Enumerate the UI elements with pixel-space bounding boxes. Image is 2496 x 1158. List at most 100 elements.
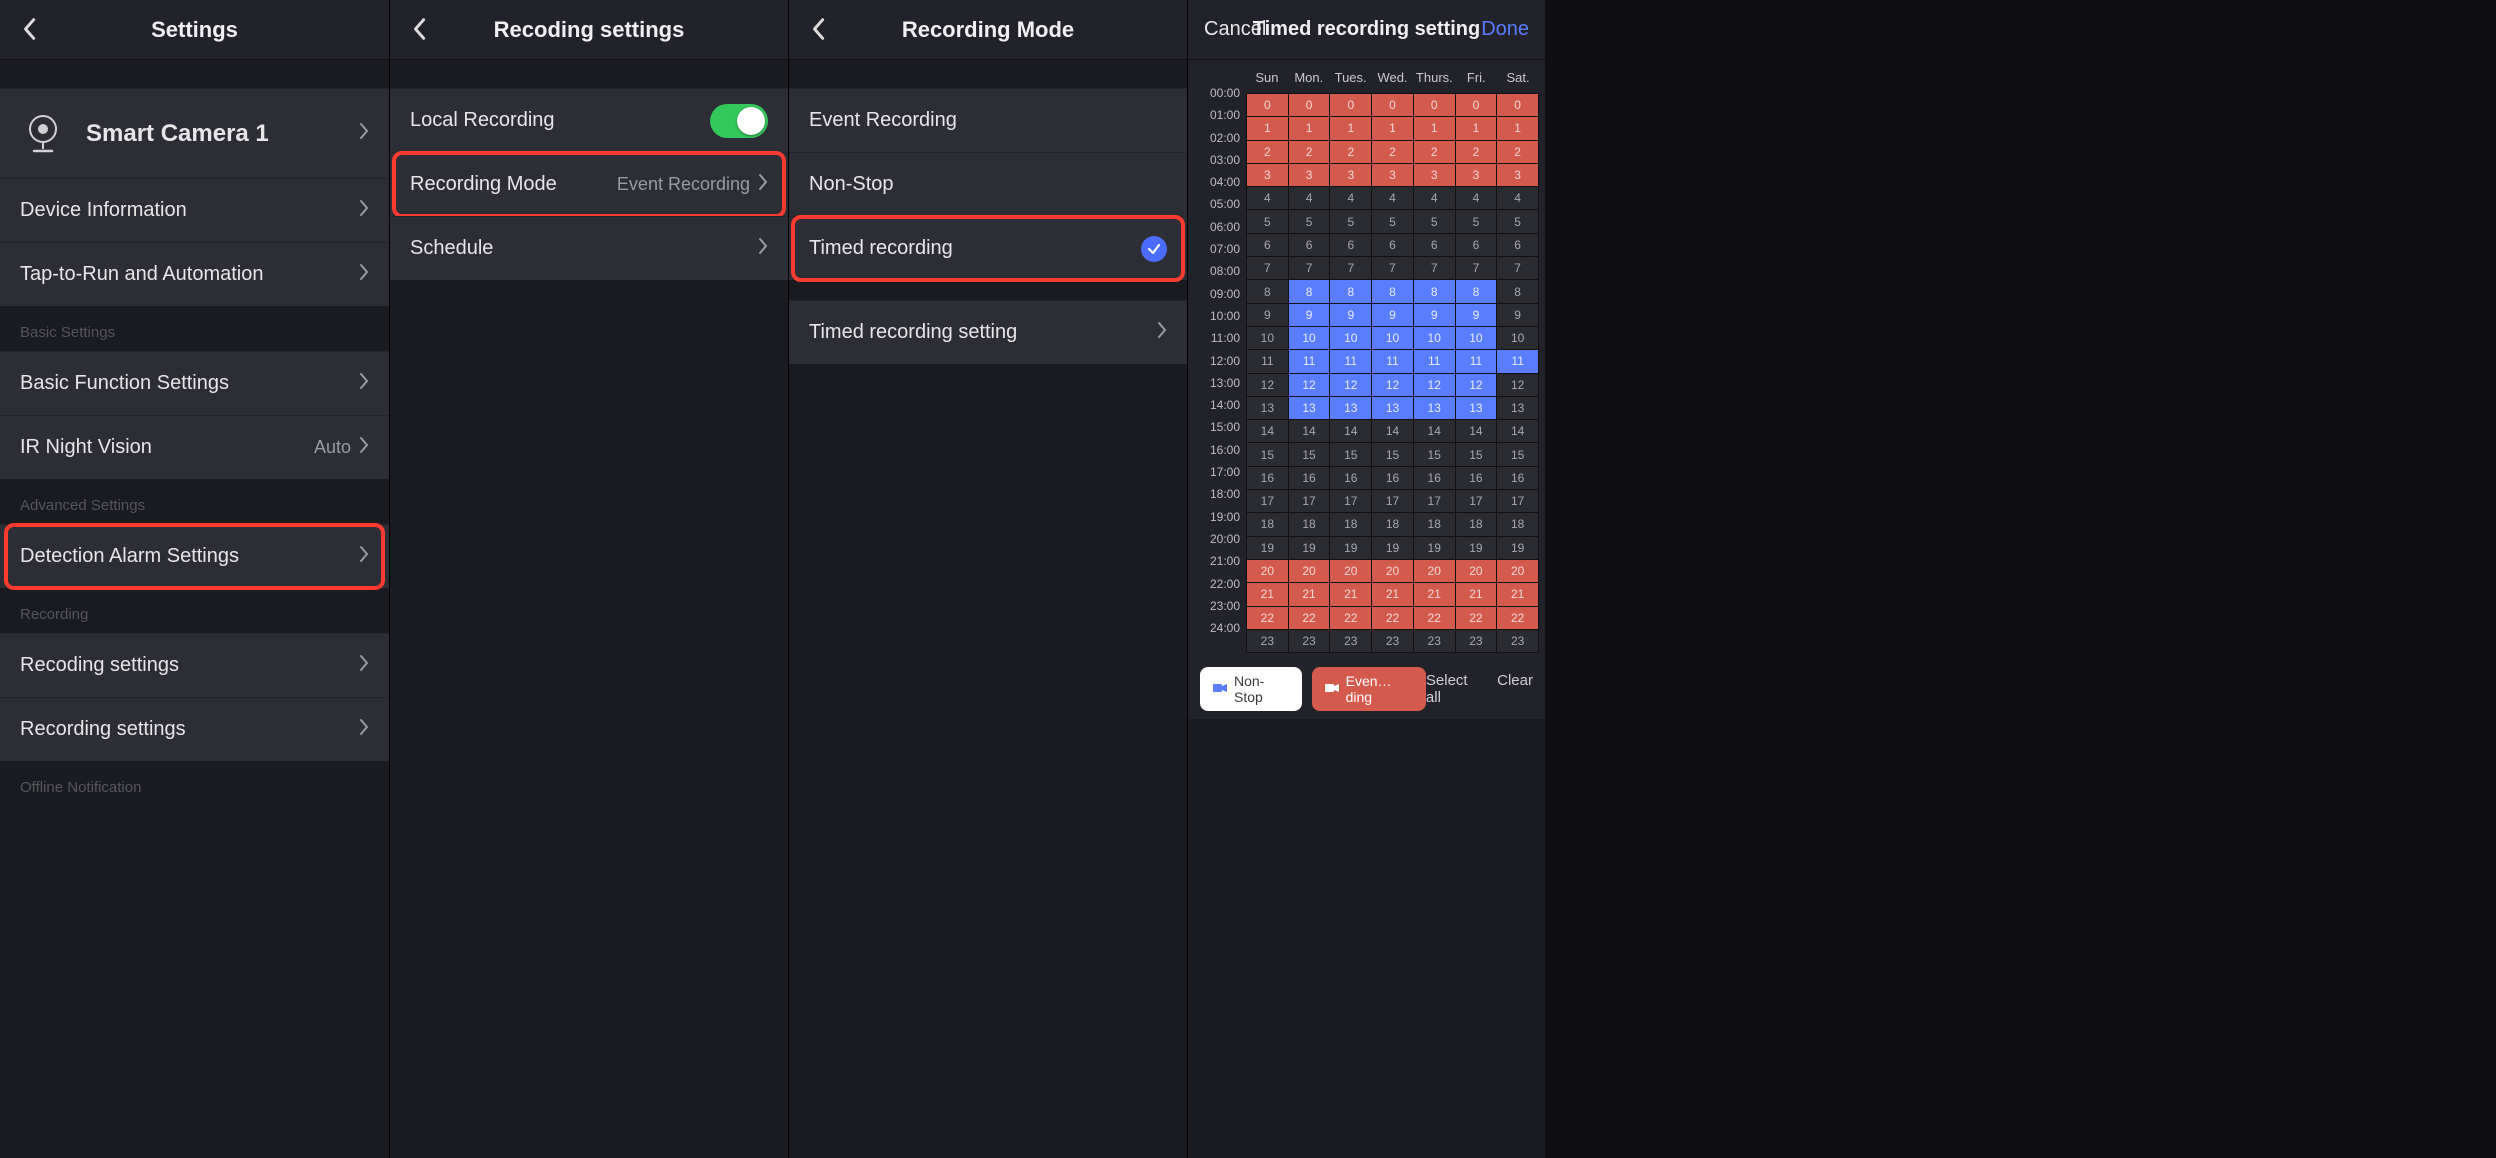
schedule-cell[interactable]: 5 <box>1330 210 1371 232</box>
schedule-cell[interactable]: 21 <box>1372 583 1413 605</box>
schedule-cell[interactable]: 19 <box>1247 537 1288 559</box>
schedule-cell[interactable]: 2 <box>1289 141 1330 163</box>
recoding-settings-row[interactable]: Recoding settings <box>0 633 389 697</box>
schedule-cell[interactable]: 8 <box>1414 280 1455 302</box>
schedule-cell[interactable]: 16 <box>1414 467 1455 489</box>
schedule-cell[interactable]: 10 <box>1414 327 1455 349</box>
schedule-cell[interactable]: 15 <box>1497 443 1538 465</box>
schedule-cell[interactable]: 16 <box>1372 467 1413 489</box>
schedule-cell[interactable]: 14 <box>1330 420 1371 442</box>
schedule-cell[interactable]: 3 <box>1330 164 1371 186</box>
schedule-cell[interactable]: 1 <box>1247 117 1288 139</box>
schedule-cell[interactable]: 12 <box>1372 374 1413 396</box>
back-button[interactable] <box>14 14 44 44</box>
schedule-cell[interactable]: 19 <box>1289 537 1330 559</box>
schedule-cell[interactable]: 0 <box>1497 94 1538 116</box>
schedule-cell[interactable]: 9 <box>1330 304 1371 326</box>
schedule-cell[interactable]: 23 <box>1414 630 1455 652</box>
schedule-cell[interactable]: 0 <box>1414 94 1455 116</box>
schedule-cell[interactable]: 20 <box>1247 560 1288 582</box>
schedule-cell[interactable]: 4 <box>1497 187 1538 209</box>
schedule-cell[interactable]: 13 <box>1497 397 1538 419</box>
schedule-cell[interactable]: 21 <box>1247 583 1288 605</box>
schedule-cell[interactable]: 14 <box>1497 420 1538 442</box>
done-button[interactable]: Done <box>1481 18 1529 41</box>
schedule-cell[interactable]: 17 <box>1414 490 1455 512</box>
schedule-cell[interactable]: 18 <box>1330 513 1371 535</box>
schedule-cell[interactable]: 20 <box>1497 560 1538 582</box>
schedule-cell[interactable]: 10 <box>1330 327 1371 349</box>
schedule-cell[interactable]: 6 <box>1289 234 1330 256</box>
schedule-cell[interactable]: 18 <box>1289 513 1330 535</box>
schedule-cell[interactable]: 6 <box>1330 234 1371 256</box>
schedule-cell[interactable]: 7 <box>1372 257 1413 279</box>
schedule-cell[interactable]: 4 <box>1330 187 1371 209</box>
schedule-cell[interactable]: 21 <box>1330 583 1371 605</box>
schedule-cell[interactable]: 9 <box>1456 304 1497 326</box>
schedule-cell[interactable]: 8 <box>1330 280 1371 302</box>
schedule-cell[interactable]: 21 <box>1289 583 1330 605</box>
schedule-cell[interactable]: 21 <box>1497 583 1538 605</box>
schedule-cell[interactable]: 8 <box>1289 280 1330 302</box>
schedule-cell[interactable]: 15 <box>1330 443 1371 465</box>
schedule-cell[interactable]: 11 <box>1330 350 1371 372</box>
schedule-cell[interactable]: 12 <box>1414 374 1455 396</box>
automation-row[interactable]: Tap-to-Run and Automation <box>0 242 389 306</box>
schedule-cell[interactable]: 2 <box>1372 141 1413 163</box>
schedule-cell[interactable]: 15 <box>1456 443 1497 465</box>
schedule-cell[interactable]: 6 <box>1497 234 1538 256</box>
schedule-cell[interactable]: 8 <box>1247 280 1288 302</box>
schedule-cell[interactable]: 14 <box>1414 420 1455 442</box>
schedule-cell[interactable]: 15 <box>1372 443 1413 465</box>
schedule-cell[interactable]: 5 <box>1247 210 1288 232</box>
schedule-cell[interactable]: 3 <box>1247 164 1288 186</box>
schedule-cell[interactable]: 20 <box>1289 560 1330 582</box>
clear-button[interactable]: Clear <box>1497 672 1533 706</box>
schedule-cell[interactable]: 4 <box>1247 187 1288 209</box>
schedule-cell[interactable]: 22 <box>1330 607 1371 629</box>
schedule-cell[interactable]: 18 <box>1414 513 1455 535</box>
schedule-cell[interactable]: 1 <box>1372 117 1413 139</box>
schedule-cell[interactable]: 17 <box>1247 490 1288 512</box>
schedule-cell[interactable]: 16 <box>1497 467 1538 489</box>
schedule-cell[interactable]: 23 <box>1497 630 1538 652</box>
schedule-cell[interactable]: 0 <box>1247 94 1288 116</box>
schedule-cell[interactable]: 9 <box>1247 304 1288 326</box>
schedule-cell[interactable]: 0 <box>1372 94 1413 116</box>
schedule-cell[interactable]: 12 <box>1497 374 1538 396</box>
schedule-cell[interactable]: 8 <box>1372 280 1413 302</box>
schedule-cell[interactable]: 14 <box>1372 420 1413 442</box>
schedule-cell[interactable]: 5 <box>1289 210 1330 232</box>
schedule-cell[interactable]: 12 <box>1289 374 1330 396</box>
schedule-cell[interactable]: 3 <box>1414 164 1455 186</box>
schedule-cell[interactable]: 19 <box>1330 537 1371 559</box>
schedule-cell[interactable]: 22 <box>1497 607 1538 629</box>
schedule-cell[interactable]: 3 <box>1456 164 1497 186</box>
schedule-cell[interactable]: 9 <box>1497 304 1538 326</box>
schedule-cell[interactable]: 23 <box>1289 630 1330 652</box>
schedule-cell[interactable]: 13 <box>1289 397 1330 419</box>
schedule-cell[interactable]: 0 <box>1456 94 1497 116</box>
timed-recording-row[interactable]: Timed recording <box>789 216 1187 280</box>
schedule-cell[interactable]: 7 <box>1414 257 1455 279</box>
schedule-cell[interactable]: 9 <box>1289 304 1330 326</box>
schedule-cell[interactable]: 1 <box>1456 117 1497 139</box>
schedule-cell[interactable]: 11 <box>1414 350 1455 372</box>
schedule-cell[interactable]: 13 <box>1247 397 1288 419</box>
schedule-cell[interactable]: 20 <box>1456 560 1497 582</box>
schedule-cell[interactable]: 7 <box>1497 257 1538 279</box>
schedule-cell[interactable]: 4 <box>1289 187 1330 209</box>
schedule-cell[interactable]: 2 <box>1497 141 1538 163</box>
schedule-cell[interactable]: 11 <box>1497 350 1538 372</box>
device-row[interactable]: Smart Camera 1 <box>0 88 389 178</box>
recording-settings-row[interactable]: Recording settings <box>0 697 389 761</box>
cancel-button[interactable]: Cancel <box>1204 18 1266 41</box>
schedule-cell[interactable]: 21 <box>1414 583 1455 605</box>
schedule-cell[interactable]: 18 <box>1372 513 1413 535</box>
schedule-cell[interactable]: 16 <box>1289 467 1330 489</box>
timed-recording-setting-row[interactable]: Timed recording setting <box>789 300 1187 364</box>
schedule-cell[interactable]: 10 <box>1497 327 1538 349</box>
schedule-cell[interactable]: 10 <box>1289 327 1330 349</box>
schedule-cell[interactable]: 14 <box>1289 420 1330 442</box>
schedule-cell[interactable]: 1 <box>1414 117 1455 139</box>
